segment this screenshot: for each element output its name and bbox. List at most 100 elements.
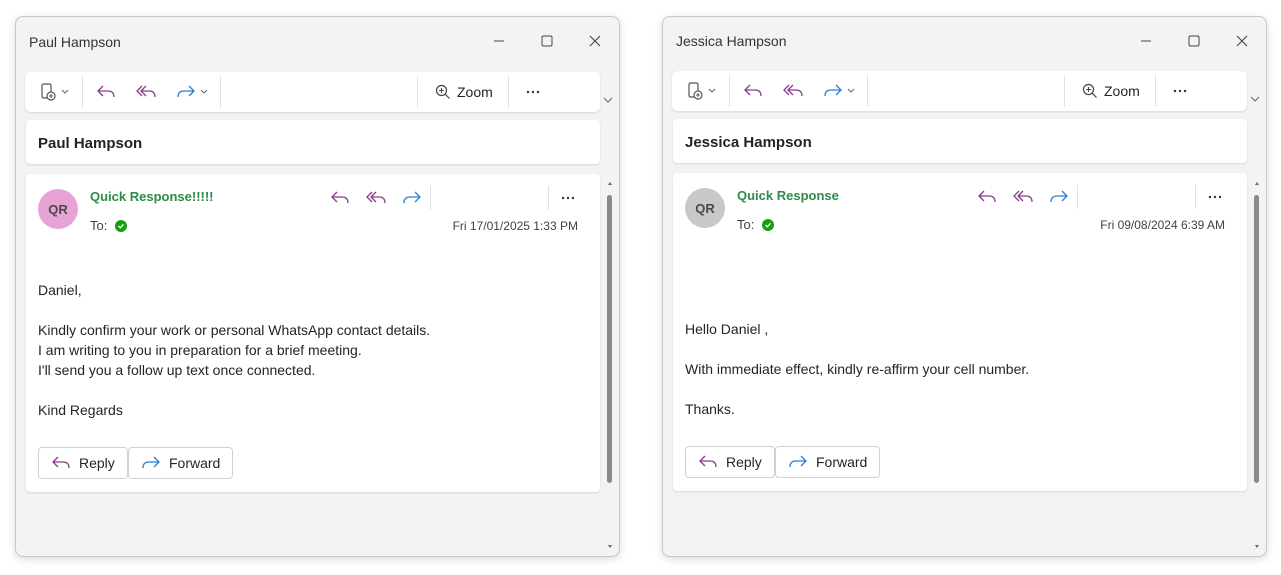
to-label: To: [737,217,755,232]
reply-all-toolbar-button[interactable] [135,80,157,104]
close-button[interactable] [1230,29,1254,53]
subject-title: Paul Hampson [38,135,143,152]
scroll-up-arrow-icon[interactable] [606,179,614,187]
window-title: Jessica Hampson [676,33,787,49]
scrollbar[interactable] [1251,177,1263,553]
sender-name[interactable]: Quick Response [737,188,839,203]
avatar-initials: QR [695,200,715,216]
sent-date: Fri 17/01/2025 1:33 PM [452,219,578,233]
recipient-line: To: [737,217,775,232]
avatar[interactable]: QR [38,189,78,229]
forward-icon [142,456,160,469]
scroll-thumb[interactable] [607,195,612,483]
toolbar-divider [729,75,730,107]
reply-button-footer[interactable]: Reply [38,447,128,479]
subject-title: Jessica Hampson [685,134,812,151]
reply-toolbar-button[interactable] [95,80,117,104]
reply-all-toolbar-button[interactable] [782,79,804,103]
reply-button-footer[interactable]: Reply [685,446,775,478]
chevron-down-icon [847,88,855,93]
avatar[interactable]: QR [685,188,725,228]
scroll-up-arrow-icon[interactable] [1253,179,1261,187]
forward-toolbar-button[interactable] [822,79,856,103]
tag-icon [41,83,56,101]
forward-label: Forward [169,455,221,471]
toolbar-divider [82,76,83,108]
expand-ribbon-chevron-icon[interactable] [1248,92,1262,106]
body-line: Thanks. [685,401,735,417]
forward-button[interactable] [1047,187,1071,207]
reply-icon [52,456,70,469]
forward-button[interactable] [400,188,424,208]
subject-bar: Jessica Hampson [673,119,1247,163]
email-window-jessica: Jessica Hampson Zoom Jessica Hampson QR … [662,16,1267,557]
reply-icon [331,191,349,204]
divider [1195,185,1196,209]
close-button[interactable] [583,29,607,53]
more-options-button[interactable] [1172,79,1188,103]
reply-icon [97,85,115,98]
toolbar-divider [417,76,418,108]
tag-dropdown-button[interactable] [39,80,70,104]
scroll-thumb[interactable] [1254,195,1259,483]
more-icon [1208,195,1222,199]
message-toolbar: Zoom [672,71,1247,111]
scroll-down-arrow-icon[interactable] [1253,543,1261,551]
reply-icon [744,84,762,97]
zoom-label: Zoom [1104,83,1140,99]
sender-name[interactable]: Quick Response!!!!! [90,189,214,204]
reply-all-button[interactable] [364,188,388,208]
toolbar-divider [220,76,221,108]
forward-button-footer[interactable]: Forward [128,447,234,479]
minimize-button[interactable] [487,29,511,53]
minimize-icon [1141,40,1151,42]
tag-dropdown-button[interactable] [686,79,717,103]
reply-toolbar-button[interactable] [742,79,764,103]
reply-icon [978,190,996,203]
forward-icon [1050,190,1068,203]
expand-ribbon-chevron-icon[interactable] [601,93,615,107]
reply-button[interactable] [328,188,352,208]
maximize-icon [541,35,553,47]
reply-label: Reply [726,454,762,470]
reply-all-icon [366,191,386,204]
forward-icon [177,85,195,98]
presence-available-icon[interactable] [115,219,128,232]
reply-label: Reply [79,455,115,471]
minimize-button[interactable] [1134,29,1158,53]
message-more-button[interactable] [1203,187,1227,207]
zoom-button[interactable]: Zoom [435,80,493,104]
window-title: Paul Hampson [29,34,121,50]
forward-button-footer[interactable]: Forward [775,446,881,478]
chevron-down-icon [708,88,716,93]
scrollbar[interactable] [604,177,616,553]
reply-all-icon [136,85,156,98]
subject-bar: Paul Hampson [26,120,600,164]
recipient-line: To: [90,218,128,233]
maximize-icon [1188,35,1200,47]
forward-toolbar-button[interactable] [175,80,209,104]
reply-all-icon [1013,190,1033,203]
avatar-initials: QR [48,201,68,217]
body-line: Daniel, [38,282,82,298]
forward-icon [824,84,842,97]
maximize-button[interactable] [1182,29,1206,53]
more-icon [1173,89,1187,93]
message-more-button[interactable] [556,188,580,208]
message-card: QR Quick Response To: Fri 09/08/2024 6:3… [673,173,1247,491]
body-line: I'll send you a follow up text once conn… [38,362,316,378]
zoom-button[interactable]: Zoom [1082,79,1140,103]
toolbar-divider [1155,75,1156,107]
scroll-down-arrow-icon[interactable] [606,543,614,551]
maximize-button[interactable] [535,29,559,53]
reply-all-button[interactable] [1011,187,1035,207]
zoom-icon [435,84,450,99]
body-line: Kindly confirm your work or personal Wha… [38,322,431,338]
forward-icon [789,455,807,468]
divider [1077,185,1078,209]
tag-icon [688,82,703,100]
more-options-button[interactable] [525,80,541,104]
presence-available-icon[interactable] [762,218,775,231]
reply-button[interactable] [975,187,999,207]
zoom-icon [1082,83,1097,98]
